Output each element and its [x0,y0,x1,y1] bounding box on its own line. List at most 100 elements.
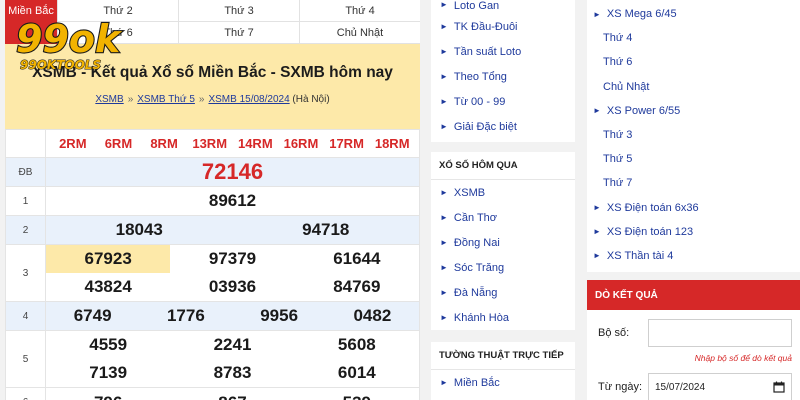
prize-5-number: 5608 [337,335,376,354]
arrow-icon: ► [593,227,601,237]
link-soc-trang[interactable]: ► Sóc Trăng [431,255,575,280]
code-label: 2RM [59,136,87,151]
arrow-icon: ► [593,251,601,261]
link-label: Theo Tổng [453,70,507,83]
link-label: Sóc Trăng [453,261,505,274]
prize-6-number: 867 [170,393,294,400]
link-tan-suat-loto[interactable]: ► Tần suất Loto [431,39,575,64]
game-day-link[interactable]: Chủ Nhật [587,75,800,99]
link-label: Cần Thơ [453,211,498,224]
prize-1-number: 89612 [45,186,420,216]
date-label: Từ ngày: [598,381,643,393]
link-mien-bac-live[interactable]: ► Miền Bắc [431,370,575,395]
live-heading: TƯỜNG THUẬT TRỰC TIẾP [431,342,575,370]
arrow-icon: ► [440,213,448,222]
link-label: Từ 00 - 99 [453,95,506,108]
arrow-icon: ► [440,238,448,247]
prize-5-number: 8783 [213,363,252,382]
code-label: 8RM [150,136,178,151]
arrow-icon: ► [440,313,448,322]
breadcrumb-weekday[interactable]: XSMB Thứ 5 [137,94,195,105]
game-label: XS Thần tài 4 [606,249,674,262]
arrow-icon: ► [440,378,448,387]
link-giai-dac-biet[interactable]: ► Giải Đặc biệt [431,114,575,139]
game-day-link[interactable]: Thứ 3 [587,123,800,147]
prize-5-row: 4559 2241 5608 7139 8783 6014 [45,330,420,388]
number-input[interactable] [648,319,792,347]
link-dong-nai[interactable]: ► Đồng Nai [431,230,575,255]
site-logo[interactable]: 99ok 99OKTOOLS [14,14,164,74]
link-khanh-hoa[interactable]: ► Khánh Hòa [431,305,575,330]
game-day-link[interactable]: Thứ 7 [587,171,800,195]
prize-3-number: 84769 [333,277,381,296]
game-label: Thứ 4 [603,32,633,45]
code-label: 16RM [283,136,319,151]
link-loto-gan[interactable]: ► Loto Gan [431,0,575,14]
yesterday-box: XỔ SỐ HÔM QUA ► XSMB ► Cần Thơ ► Đồng Nai ►… [431,152,575,330]
code-label: 14RM [237,136,273,151]
prize-5-number: 7139 [89,363,128,382]
game-label: XS Power 6/55 [606,104,681,117]
link-label: Đà Nẵng [453,286,498,299]
prize-3-number: 61644 [333,249,381,268]
prize-6-number: 796 [46,393,170,400]
prize-2-number: 18043 [115,220,163,239]
arrow-icon: ► [440,72,448,81]
calendar-icon[interactable] [773,381,785,393]
game-link[interactable]: ► XS Điện toán 123 [587,220,800,244]
game-day-link[interactable]: Thứ 6 [587,50,800,74]
link-da-nang[interactable]: ► Đà Nẵng [431,280,575,305]
game-link[interactable]: ► XS Điện toán 6x36 [587,196,800,220]
prize-3-number: 43824 [84,277,132,296]
checker-heading: DÒ KẾT QUẢ [587,280,800,310]
game-label: XS Mega 6/45 [606,8,677,21]
arrow-icon: ► [593,203,601,213]
arrow-icon: ► [440,22,448,31]
date-input[interactable]: 15/07/2024 [648,373,792,400]
game-link[interactable]: ► XS Thần tài 4 [587,244,800,268]
prize-2-number: 94718 [302,220,350,239]
stats-links-box: ► Loto Gan ► TK Đầu-Đuôi ► Tần suất Loto ► T… [431,0,575,142]
arrow-icon: ► [593,106,601,116]
game-label: Thứ 7 [603,177,633,190]
game-label: Chủ Nhật [603,80,650,93]
game-day-link[interactable]: Thứ 5 [587,147,800,171]
breadcrumb-region: (Hà Nội) [292,94,330,105]
arrow-icon: ► [440,97,448,106]
tab-chu-nhat[interactable]: Chủ Nhật [299,22,420,44]
games-box: ► XS Mega 6/45 Thứ 4 Thứ 6 Chủ Nhật ► XS Power… [587,0,800,272]
tab-thu-3[interactable]: Thứ 3 [178,0,299,22]
prize-label-1: 1 [5,186,46,216]
game-link[interactable]: ► XS Power 6/55 [587,99,800,123]
prize-label-6: 6 [5,387,46,400]
tab-thu-7[interactable]: Thứ 7 [178,22,299,44]
arrow-icon: ► [440,47,448,56]
breadcrumb-xsmb[interactable]: XSMB [95,94,123,105]
breadcrumb-date[interactable]: XSMB 15/08/2024 [208,94,289,105]
number-label: Bộ số: [598,327,630,339]
link-label: Đồng Nai [453,236,500,249]
code-label: 18RM [374,136,410,151]
link-tk-dau-duoi[interactable]: ► TK Đầu-Đuôi [431,14,575,39]
prize-label-5: 5 [5,330,46,388]
link-label: XSMB [453,186,486,199]
game-link[interactable]: ► XS Mega 6/45 [587,2,800,26]
game-label: Thứ 6 [603,56,633,69]
link-tu-00-99[interactable]: ► Từ 00 - 99 [431,89,575,114]
prize-6-number: 539 [295,393,419,400]
arrow-icon: ► [440,122,448,131]
checker-date-row: Từ ngày: 15/07/2024 [587,373,800,400]
link-can-tho[interactable]: ► Cần Thơ [431,205,575,230]
prize-4-row: 6749 1776 9956 0482 [45,301,420,331]
link-theo-tong[interactable]: ► Theo Tổng [431,64,575,89]
tab-thu-4[interactable]: Thứ 4 [299,0,420,22]
link-label: TK Đầu-Đuôi [453,20,518,33]
number-hint: Nhập bộ số để dò kết quả [694,353,792,363]
link-xsmb[interactable]: ► XSMB [431,180,575,205]
prize-2-row: 18043 94718 [45,215,420,245]
game-day-link[interactable]: Thứ 4 [587,26,800,50]
arrow-icon: ► [440,263,448,272]
arrow-icon: ► [440,288,448,297]
game-label: Thứ 3 [603,129,633,142]
link-label: Khánh Hòa [453,311,509,324]
